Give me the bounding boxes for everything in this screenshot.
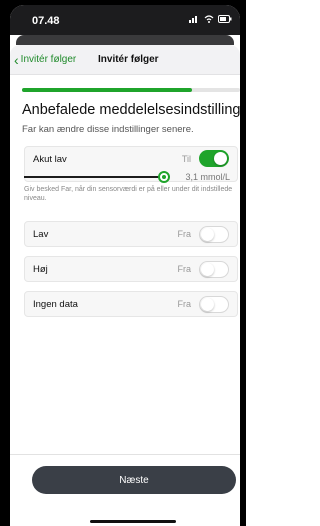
page-subtitle: Far kan ændre disse indstillinger senere… <box>22 124 194 135</box>
progress-fill <box>22 88 193 92</box>
toggle-knob <box>201 298 214 311</box>
chevron-left-icon: ‹ <box>14 51 19 68</box>
toggle-hoj[interactable] <box>199 261 229 278</box>
toggle-knob <box>201 263 214 276</box>
alert-card-hoj[interactable]: Høj Fra <box>24 256 238 282</box>
alert-label-ingen-data: Ingen data <box>33 299 78 310</box>
home-indicator <box>90 520 176 523</box>
progress-bar <box>22 88 240 92</box>
navigation-bar: ‹ Invitér følger Invitér følger <box>10 45 240 75</box>
alert-state-hoj: Fra <box>177 264 192 274</box>
sheet-background <box>16 35 234 45</box>
slider-row: 3,1 mmol/L <box>10 146 240 186</box>
footer-divider <box>10 454 240 455</box>
back-button[interactable]: ‹ Invitér følger <box>14 51 77 68</box>
phone-frame: 07.48 ‹ Invitér følger Invitér følger An… <box>0 0 246 526</box>
page-title: Anbefalede meddelelsesindstillinger. <box>22 102 240 118</box>
alert-card-lav[interactable]: Lav Fra <box>24 221 238 247</box>
alert-state-ingen-data: Fra <box>177 299 192 309</box>
app-screen: 07.48 ‹ Invitér følger Invitér følger An… <box>10 5 240 526</box>
alert-label-hoj: Høj <box>33 264 48 275</box>
alert-label-lav: Lav <box>33 229 49 240</box>
toggle-lav[interactable] <box>199 226 229 243</box>
alert-hint: Giv besked Far, når din sensorværdi er p… <box>24 186 233 202</box>
next-button[interactable]: Næste <box>32 466 236 494</box>
back-label: Invitér følger <box>20 54 77 65</box>
status-time: 07.48 <box>32 15 60 27</box>
status-icons <box>188 15 232 25</box>
threshold-value: 3,1 mmol/L <box>185 172 230 182</box>
toggle-ingen-data[interactable] <box>199 296 229 313</box>
battery-icon <box>218 15 232 23</box>
wifi-icon <box>205 15 214 23</box>
status-bar: 07.48 <box>10 5 240 35</box>
threshold-slider-thumb[interactable] <box>158 171 170 183</box>
slider-track <box>24 176 162 178</box>
alert-card-ingen-data[interactable]: Ingen data Fra <box>24 291 238 317</box>
nav-title: Invitér følger <box>98 54 159 65</box>
toggle-knob <box>201 228 214 241</box>
signal-icon <box>188 16 197 23</box>
alert-state-lav: Fra <box>177 229 192 239</box>
